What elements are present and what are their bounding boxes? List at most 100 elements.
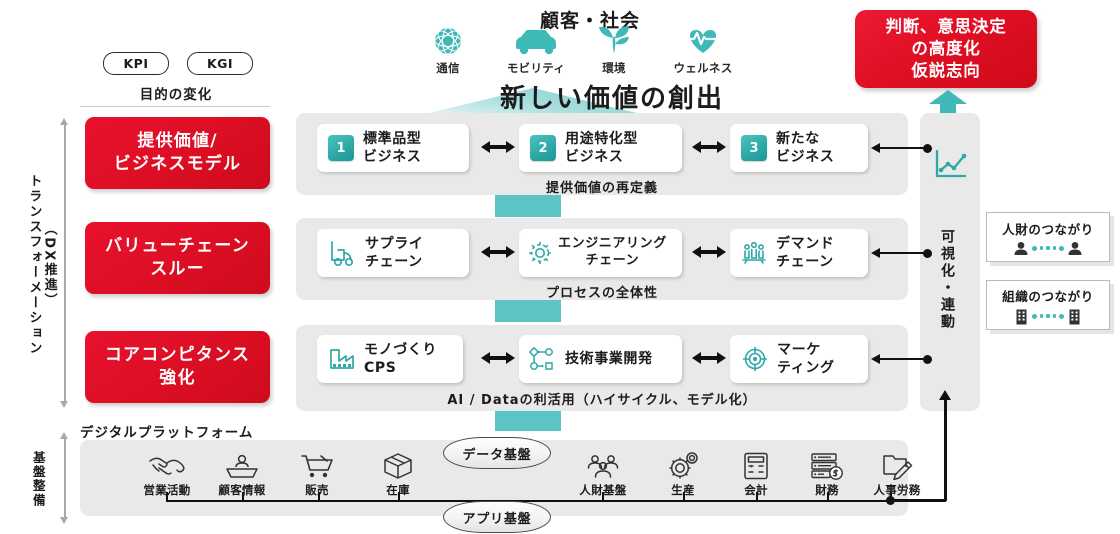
- card-text-line2: ビジネス: [776, 149, 835, 165]
- box-icon: [384, 453, 412, 479]
- building-icon: [1069, 309, 1080, 324]
- new-value-title: 新しい価値の創出: [500, 84, 725, 114]
- card-0-2[interactable]: 3 新たな ビジネス: [730, 124, 868, 172]
- connection-title: 人財のつながり: [1002, 221, 1094, 237]
- factory-icon: [330, 349, 354, 369]
- header-icon-wellness: ウェルネス: [660, 26, 746, 76]
- card-text-line1: エンジニアリング: [558, 236, 667, 252]
- forklift-icon: [331, 241, 354, 267]
- transformation-axis-label: トランスフォーメーション （DX推進）: [26, 150, 57, 380]
- card-0-1[interactable]: 2 用途特化型 ビジネス: [519, 124, 682, 172]
- document-pencil-icon: [883, 455, 913, 480]
- globe-network-icon: [434, 27, 462, 55]
- bidirectional-arrow-icon: [481, 246, 515, 258]
- connection-title: 組織のつながり: [1002, 288, 1094, 304]
- db-stack-app: アプリ基盤: [443, 501, 551, 533]
- red-label-line2: スルー: [150, 259, 205, 279]
- connection-box-0: 人財のつながり: [986, 212, 1110, 262]
- bidirectional-arrow-icon: [481, 352, 515, 364]
- foundation-axis-label: 基盤整備: [30, 450, 46, 508]
- card-text-line1: 標準品型: [363, 130, 422, 147]
- tick: [166, 492, 168, 501]
- customer-tray-icon: [226, 454, 258, 478]
- card-2-1[interactable]: 技術事業開発: [519, 335, 682, 383]
- building-icon: [1016, 309, 1027, 324]
- platform-item-label: 販売: [305, 483, 329, 497]
- red-label-line1: コアコンピタンス: [104, 345, 251, 366]
- red-label-line2: ビジネスモデル: [113, 154, 242, 174]
- card-text-line1: マーケ: [777, 341, 821, 358]
- card-text-line2: チェーン: [585, 253, 640, 268]
- axis-label-line1: トランスフォーメーション: [26, 173, 42, 357]
- card-1-1[interactable]: エンジニアリング チェーン: [519, 229, 682, 277]
- callout-line2: の高度化: [911, 39, 981, 59]
- header-icon-label: モビリティ: [506, 61, 566, 75]
- platform-title: デジタルプラットフォーム: [80, 425, 254, 441]
- purpose-change-label: 目的の変化: [139, 87, 213, 103]
- platform-item-8[interactable]: 人事労務: [862, 452, 932, 498]
- tick: [242, 492, 244, 501]
- card-badge: 1: [328, 135, 354, 161]
- band-caption-0: 提供価値の再定義: [545, 181, 658, 196]
- divider: [80, 106, 270, 108]
- card-1-2[interactable]: デマンド チェーン: [730, 229, 868, 277]
- target-icon: [743, 347, 767, 371]
- panel-chart-icon: [933, 148, 969, 184]
- platform-item-2[interactable]: 販売: [285, 452, 349, 498]
- db-stack-data: データ基盤: [443, 437, 551, 469]
- card-text-line2: ビジネス: [363, 149, 422, 165]
- tick: [318, 492, 320, 501]
- card-text-line1: モノづくり: [364, 341, 437, 358]
- panel-arrow-2: [871, 354, 932, 364]
- red-label-line1: 提供価値/: [137, 131, 218, 152]
- people-group-icon: [742, 241, 766, 264]
- tick: [398, 492, 400, 501]
- callout-line1: 判断、意思決定: [885, 17, 1007, 37]
- teal-connector-2: [495, 411, 561, 431]
- kpi-pill[interactable]: KPI: [103, 52, 169, 75]
- header-icon-label: 環境: [602, 61, 626, 75]
- header-icon-label: ウェルネス: [673, 61, 733, 75]
- band-caption-2: AI / Dataの利活用（ハイサイクル、モデル化）: [447, 393, 757, 408]
- card-text-line2: CPS: [364, 360, 397, 376]
- red-label-line2: 強化: [159, 368, 196, 388]
- card-text-line1: 用途特化型: [565, 130, 638, 147]
- car-icon: [516, 30, 556, 55]
- axis-label-line2: （DX推進）: [41, 221, 57, 308]
- card-0-0[interactable]: 1 標準品型 ビジネス: [317, 124, 469, 172]
- transformation-axis-arrow: [60, 118, 69, 408]
- shopping-cart-icon: [301, 455, 333, 478]
- platform-bracket-line: [166, 500, 891, 502]
- server-dollar-icon: [811, 453, 843, 480]
- platform-item-label: 人事労務: [873, 483, 921, 497]
- red-label-line1: バリューチェーン: [105, 236, 250, 257]
- card-2-2[interactable]: マーケ ティング: [730, 335, 868, 383]
- plant-sprout-icon: [599, 26, 629, 54]
- card-1-0[interactable]: サプライ チェーン: [317, 229, 469, 277]
- people-trio-icon: [587, 455, 619, 478]
- teal-connector-0: [495, 195, 561, 217]
- card-text-line2: ティング: [777, 360, 835, 376]
- db-label: アプリ基盤: [462, 511, 532, 527]
- db-label: データ基盤: [462, 447, 532, 463]
- bidirectional-arrow-icon: [481, 141, 515, 153]
- panel-arrow-0: [871, 143, 932, 153]
- connector-arrowhead-icon: [939, 390, 951, 400]
- tick: [602, 492, 604, 501]
- card-badge: 2: [530, 135, 556, 161]
- card-text-line1: 新たな: [776, 130, 820, 147]
- kgi-pill[interactable]: KGI: [187, 52, 253, 75]
- connection-box-1: 組織のつながり: [986, 280, 1110, 330]
- band-caption-1: プロセスの全体性: [545, 286, 658, 301]
- connector-h: [890, 499, 946, 502]
- tick: [827, 492, 829, 501]
- card-text-line2: チェーン: [776, 254, 834, 270]
- handshake-icon: [149, 457, 185, 475]
- card-text-line1: サプライ: [365, 235, 424, 252]
- callout-line3: 仮説志向: [911, 60, 981, 80]
- header-icon-tsushin: 通信: [420, 26, 476, 76]
- card-2-0[interactable]: モノづくり CPS: [317, 335, 463, 383]
- red-label-2: コアコンピタンス 強化: [85, 331, 270, 403]
- gears-icon: [669, 452, 698, 479]
- header-icon-label: 通信: [436, 61, 460, 75]
